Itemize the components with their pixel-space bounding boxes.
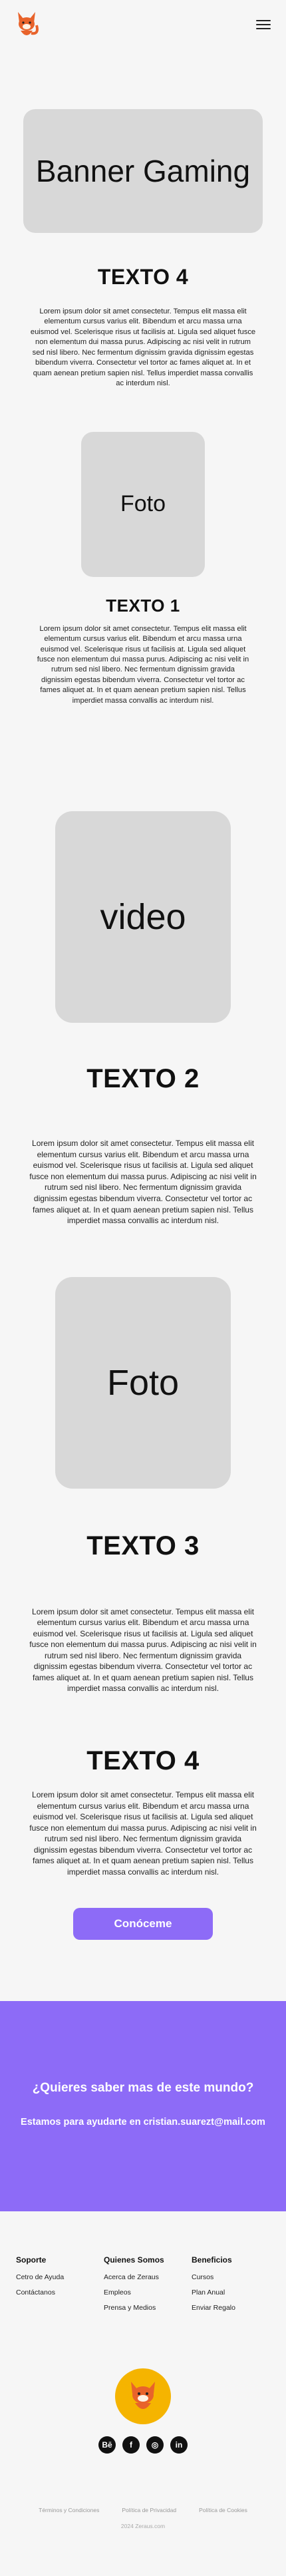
- section-body-texto4-big: Lorem ipsum dolor sit amet consectetur. …: [29, 1790, 257, 1877]
- footer-columns: Soporte Cetro de Ayuda Contáctanos Quien…: [0, 2255, 286, 2319]
- footer-link[interactable]: Empleos: [104, 2289, 182, 2297]
- footer-link[interactable]: Cursos: [192, 2273, 270, 2281]
- promo-banner: ¿Quieres saber mas de este mundo? Estamo…: [0, 2001, 286, 2212]
- footer-col-quienes-somos: Quienes Somos Acerca de Zeraus Empleos P…: [104, 2255, 182, 2319]
- hamburger-menu-icon[interactable]: [253, 14, 274, 35]
- video-label: video: [100, 897, 186, 938]
- photo-label: Foto: [120, 491, 166, 517]
- banner-placeholder: Banner Gaming: [23, 109, 263, 233]
- linkedin-icon[interactable]: in: [170, 2436, 188, 2454]
- photo-placeholder-large: Foto: [55, 1276, 231, 1489]
- section-title-texto1: TEXTO 1: [106, 595, 180, 616]
- legal-links: Términos y Condiciones Política de Priva…: [0, 2507, 286, 2513]
- footer-heading: Quienes Somos: [104, 2255, 164, 2265]
- footer-link[interactable]: Acerca de Zeraus: [104, 2273, 182, 2281]
- footer-link[interactable]: Plan Anual: [192, 2289, 270, 2297]
- promo-title: ¿Quieres saber mas de este mundo?: [32, 2081, 254, 2096]
- photo-label-large: Foto: [106, 1362, 180, 1403]
- footer-link[interactable]: Cetro de Ayuda: [16, 2273, 94, 2281]
- banner-label: Banner Gaming: [35, 153, 251, 188]
- section-body-texto1: Lorem ipsum dolor sit amet consectetur. …: [37, 624, 249, 705]
- photo-placeholder-small: Foto: [81, 431, 205, 577]
- section-body-texto2: Lorem ipsum dolor sit amet consectetur. …: [29, 1139, 257, 1226]
- section-body-texto4: Lorem ipsum dolor sit amet consectetur. …: [30, 307, 256, 388]
- footer-heading: Soporte: [16, 2255, 47, 2265]
- header: [0, 0, 286, 49]
- page: Banner Gaming TEXTO 4 Lorem ipsum dolor …: [0, 0, 286, 2576]
- section-body-texto3: Lorem ipsum dolor sit amet consectetur. …: [29, 1606, 257, 1694]
- section-title-texto4-big: TEXTO 4: [86, 1746, 200, 1775]
- promo-email-text[interactable]: Estamos para ayudarte en cristian.suarez…: [0, 2117, 286, 2127]
- footer-col-soporte: Soporte Cetro de Ayuda Contáctanos: [16, 2255, 94, 2319]
- footer-heading: Beneficios: [192, 2255, 232, 2265]
- behance-icon[interactable]: Bē: [98, 2436, 116, 2454]
- instagram-icon[interactable]: ◎: [146, 2436, 164, 2454]
- legal-link-terms[interactable]: Términos y Condiciones: [39, 2507, 99, 2513]
- footer-link[interactable]: Contáctanos: [16, 2289, 94, 2297]
- footer-col-beneficios: Beneficios Cursos Plan Anual Enviar Rega…: [192, 2255, 270, 2319]
- facebook-icon[interactable]: f: [122, 2436, 140, 2454]
- section-title-texto3: TEXTO 3: [86, 1531, 200, 1561]
- section-title-texto2: TEXTO 2: [86, 1064, 200, 1094]
- legal-link-cookies[interactable]: Política de Cookies: [199, 2507, 247, 2513]
- conoceme-button[interactable]: Conóceme: [73, 1908, 213, 1940]
- footer-link[interactable]: Prensa y Medios: [104, 2304, 182, 2312]
- fox-mascot-logo-icon[interactable]: [12, 8, 43, 41]
- footer-link[interactable]: Enviar Regalo: [192, 2304, 270, 2312]
- copyright-text: 2024 Zeraus.com: [120, 2523, 166, 2530]
- legal-link-privacy[interactable]: Política de Privacidad: [122, 2507, 176, 2513]
- video-placeholder[interactable]: video: [55, 811, 231, 1023]
- section-title-texto4: TEXTO 4: [97, 265, 189, 289]
- fox-mascot-icon: [115, 2368, 171, 2425]
- social-links: Bē f ◎ in: [0, 2436, 286, 2454]
